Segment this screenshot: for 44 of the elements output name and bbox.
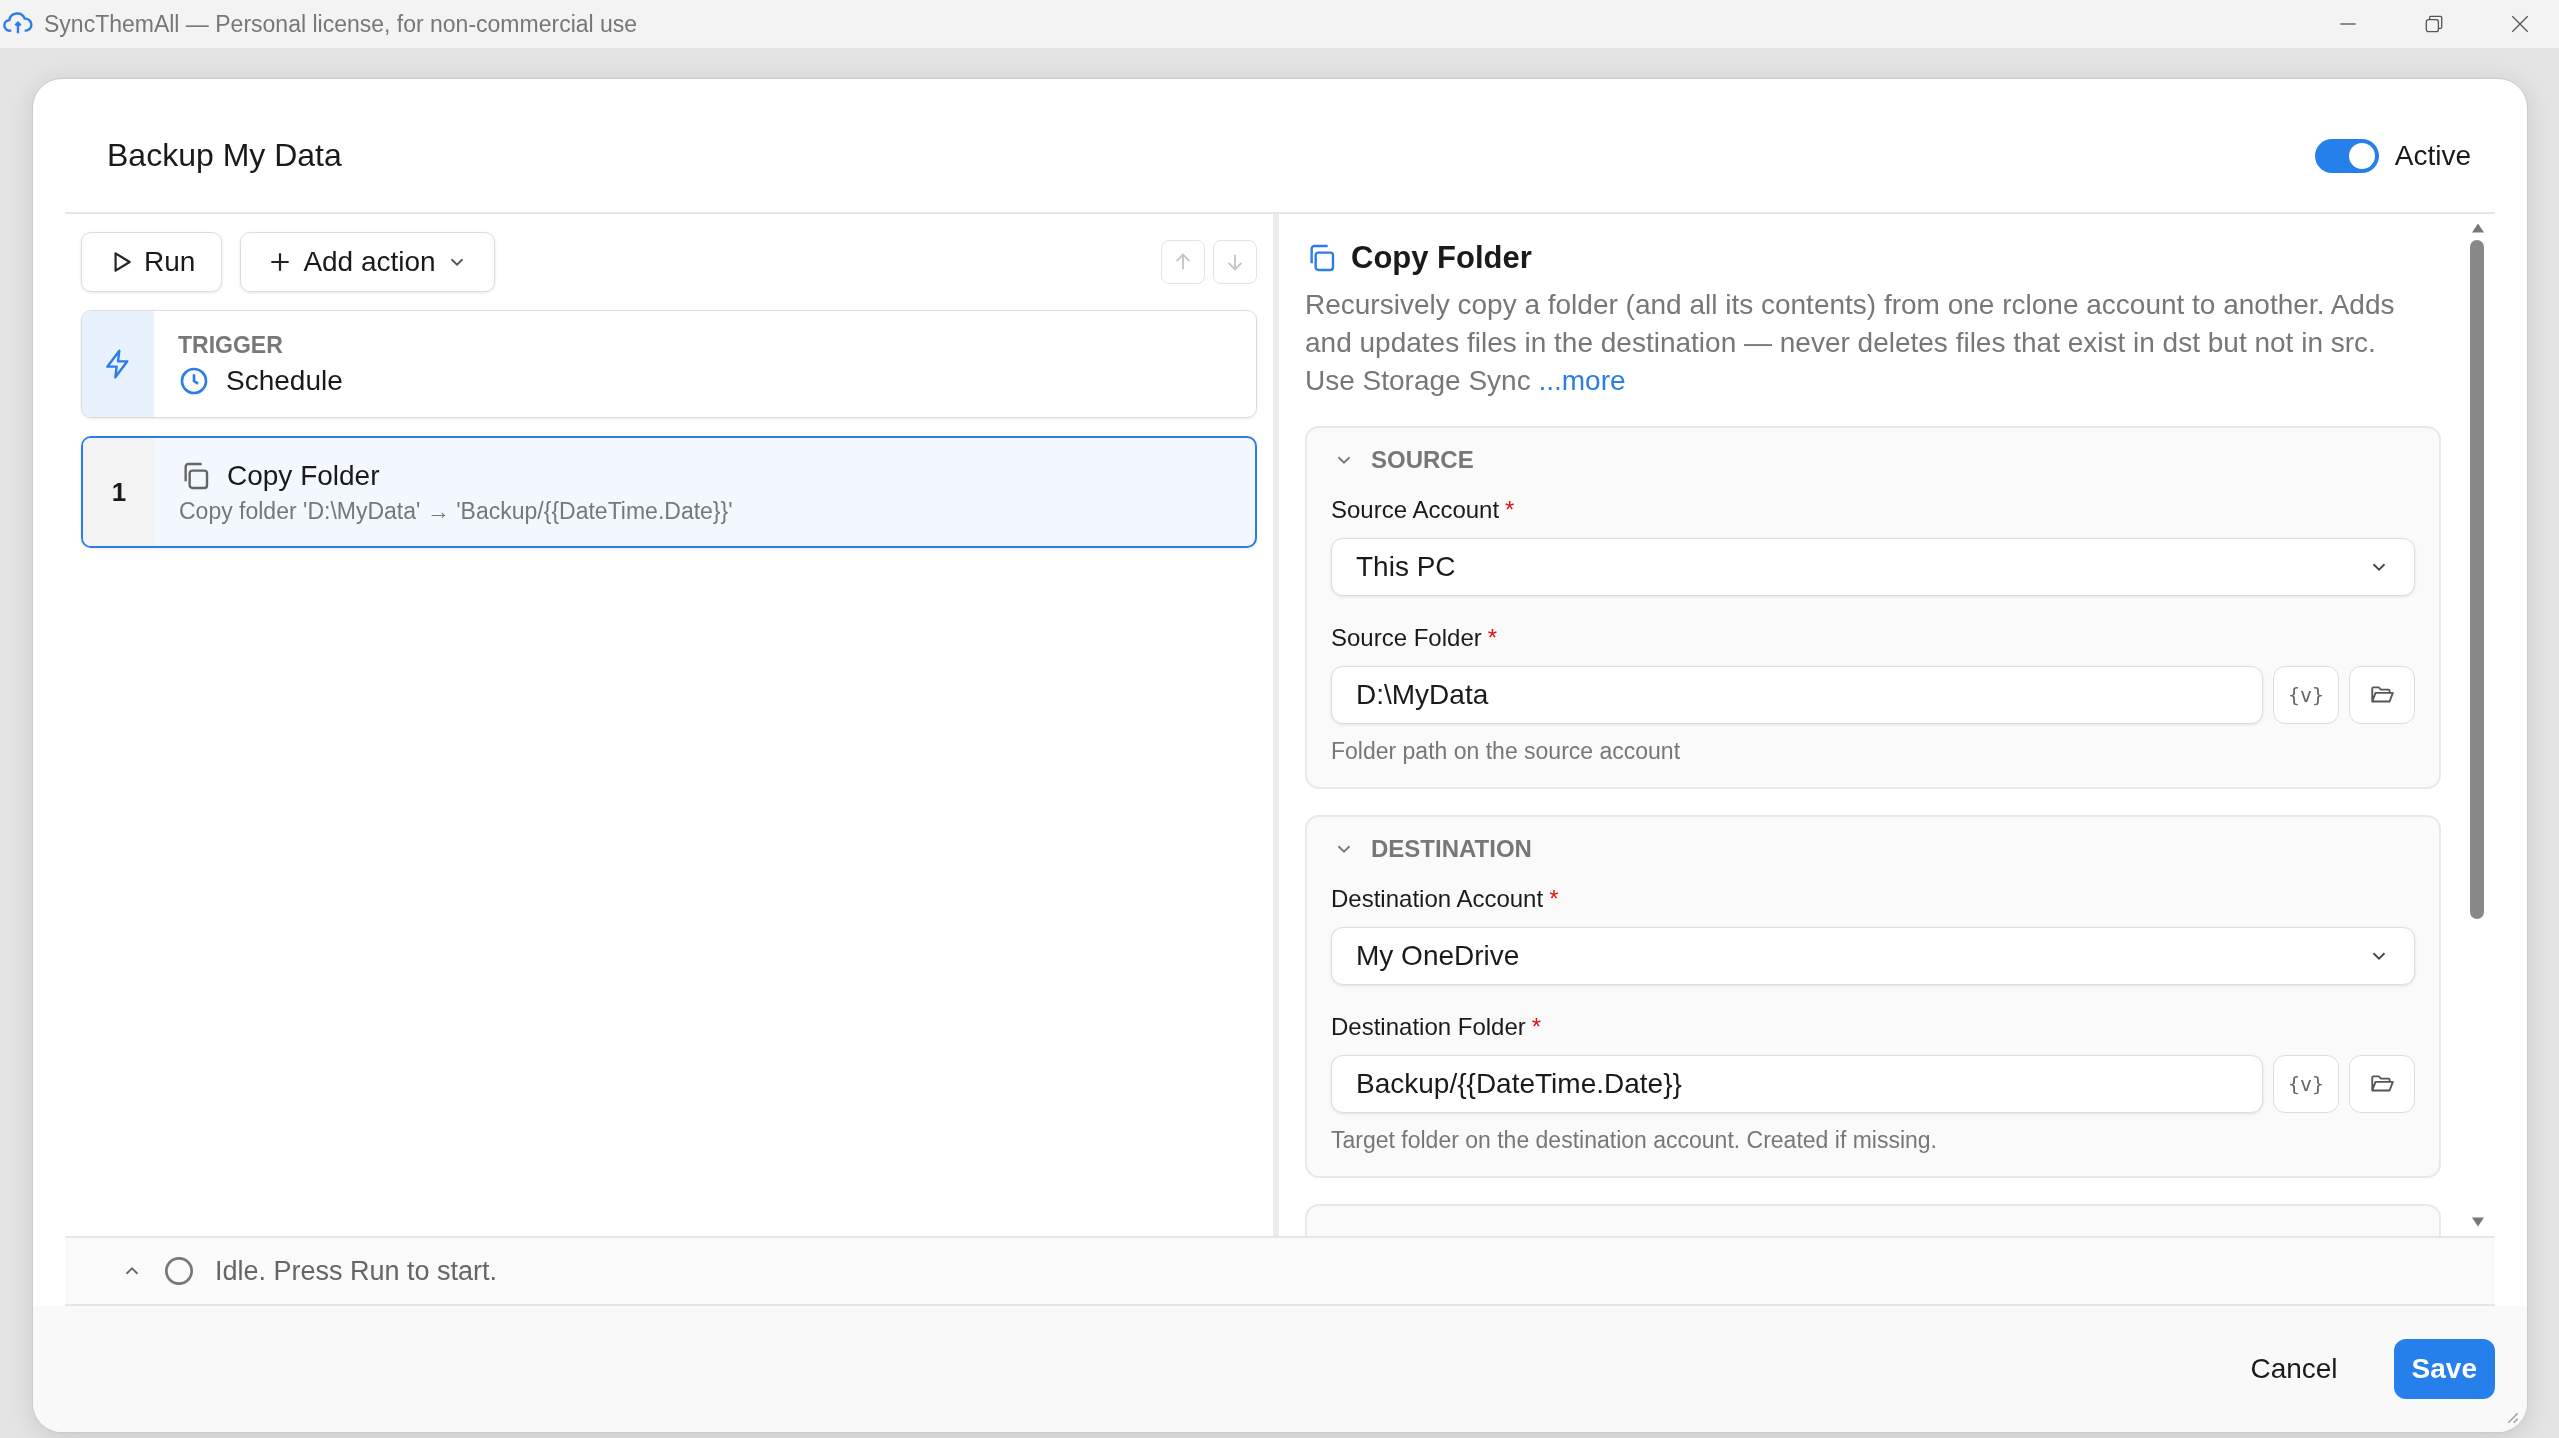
run-button[interactable]: Run: [81, 232, 223, 292]
browse-button[interactable]: [2349, 1055, 2415, 1113]
close-icon[interactable]: [2509, 13, 2531, 35]
step-caption: TRIGGER: [178, 331, 284, 359]
window-title: SyncThemAll — Personal license, for non-commercial use: [44, 10, 638, 38]
step-number: 1: [111, 476, 127, 508]
more-link[interactable]: ...more: [1538, 365, 1626, 396]
scroll-up-icon[interactable]: [2470, 222, 2486, 234]
restore-icon[interactable]: [2423, 13, 2445, 35]
section-header[interactable]: SOURCE: [1307, 428, 2439, 492]
folder-field[interactable]: Backup/{{DateTime.Date}}: [1331, 1055, 2263, 1113]
folder-field[interactable]: D:\MyData: [1331, 666, 2263, 724]
field-hint: Folder path on the source account: [1331, 738, 1682, 765]
field-label: Source Account: [1331, 496, 1500, 524]
account-dropdown[interactable]: My OneDrive: [1331, 927, 2415, 985]
field-label: Destination Account: [1331, 885, 1544, 913]
toggle-label: Active: [2394, 139, 2471, 172]
required-mark: *: [1531, 1013, 1542, 1041]
required-mark: *: [1505, 496, 1515, 524]
field-label: Destination Folder: [1331, 1013, 1526, 1041]
save-button[interactable]: Save: [2393, 1339, 2495, 1399]
active-toggle[interactable]: [2314, 138, 2379, 173]
status-text: Idle. Press Run to start.: [215, 1255, 498, 1287]
variable-button[interactable]: {v}: [2273, 1055, 2339, 1113]
step-title: Schedule: [226, 364, 343, 397]
add-action-button[interactable]: Add action: [240, 232, 495, 292]
browse-button[interactable]: [2349, 666, 2415, 724]
dialog-title: Backup My Data: [107, 136, 342, 174]
idle-circle-icon: [163, 1255, 195, 1287]
section-header[interactable]: DESTINATION: [1307, 817, 2439, 881]
required-mark: *: [1549, 885, 1559, 913]
account-dropdown[interactable]: This PC: [1331, 538, 2415, 596]
cancel-button[interactable]: Cancel: [2232, 1339, 2356, 1399]
scroll-down-icon[interactable]: [2470, 1216, 2486, 1228]
field-label: Source Folder: [1331, 624, 1482, 652]
step-title: Copy Folder: [227, 459, 380, 492]
field-hint: Target folder on the destination account. Created if missing.: [1331, 1127, 1938, 1154]
trigger-card[interactable]: TRIGGER Schedule: [81, 310, 1257, 418]
action-card[interactable]: 1 Copy Folder Copy folder 'D:\MyData' → 'Backup/{{DateTime.Date}}': [81, 436, 1257, 548]
action-description: Recursively copy a folder (and all its contents) from one rclone account to another. Adds and updates files in the destination — never deletes files that exist in dst but not in src. Use Storage Sync ...more: [1305, 288, 2396, 398]
variable-button[interactable]: {v}: [2273, 666, 2339, 724]
required-mark: *: [1487, 624, 1498, 652]
step-description: Copy folder 'D:\MyData' → 'Backup/{{DateTime.Date}}': [179, 497, 733, 525]
action-title: Copy Folder: [1351, 240, 1532, 276]
